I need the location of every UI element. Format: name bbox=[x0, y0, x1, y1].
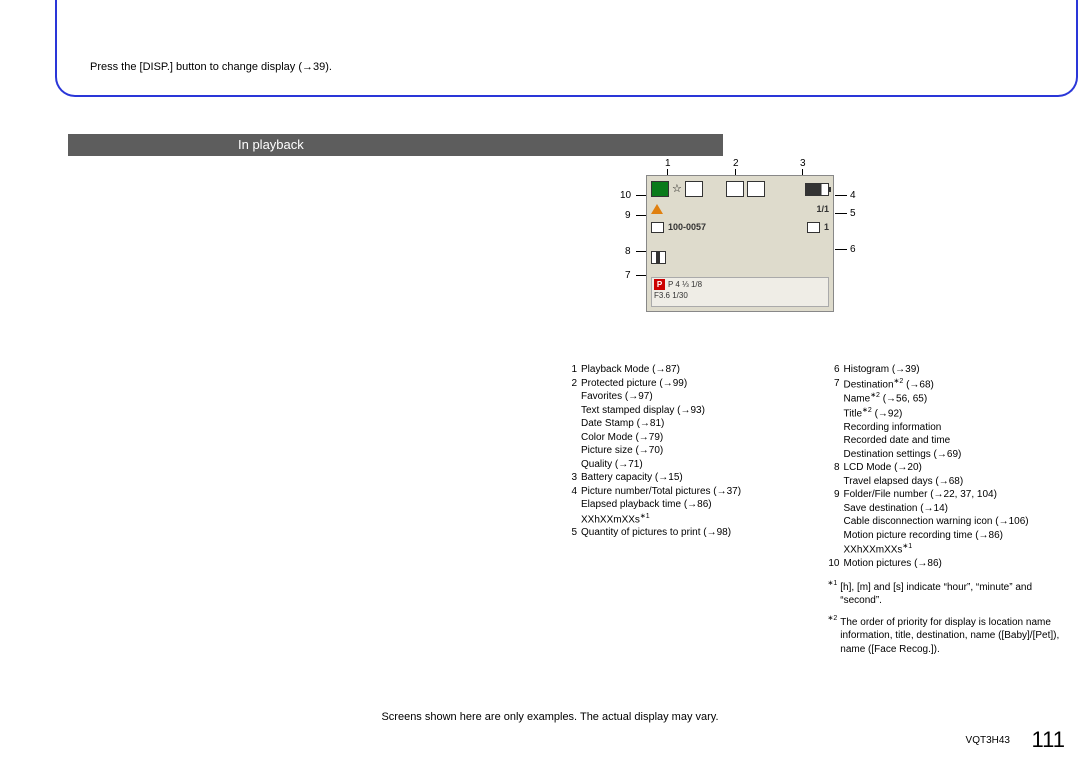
leader bbox=[636, 195, 646, 196]
legend-text: Histogram (→39) bbox=[844, 363, 920, 377]
callout-9: 9 bbox=[625, 209, 631, 223]
legend-item: 8LCD Mode (→20)Travel elapsed days (→68) bbox=[828, 461, 1071, 488]
legend-item: 5 Quantity of pictures to print (→98) bbox=[565, 526, 808, 540]
legend: 1Playback Mode (→87)2Protected picture (… bbox=[565, 363, 1070, 664]
legend-text: LCD Mode (→20)Travel elapsed days (→68) bbox=[844, 461, 964, 488]
legend-item: 1 Playback Mode (→87) bbox=[565, 363, 808, 377]
leader bbox=[835, 213, 847, 214]
legend-text: Motion pictures (→86) bbox=[844, 557, 942, 571]
legend-number: 10 bbox=[828, 557, 840, 571]
legend-col-left: 1Playback Mode (→87)2Protected picture (… bbox=[565, 363, 808, 664]
footnotes: ∗1[h], [m] and [s] indicate “hour”, “min… bbox=[828, 581, 1071, 657]
legend-text: Protected picture (→99)Favorites (→97)Te… bbox=[581, 377, 705, 472]
leader bbox=[835, 249, 847, 250]
playback-mode-icon bbox=[651, 181, 669, 197]
folder-icon bbox=[651, 222, 664, 233]
counter: 1/1 bbox=[816, 203, 829, 215]
legend-text: Folder/File number (→22, 37, 104)Save de… bbox=[844, 488, 1029, 557]
warning-icon bbox=[651, 204, 663, 214]
legend-number: 3 bbox=[565, 471, 577, 485]
histogram-icon bbox=[651, 251, 666, 264]
quality-icon bbox=[747, 181, 765, 197]
section-heading: In playback bbox=[68, 134, 723, 156]
exposure-info: P 4 ⅓ 1/8 bbox=[668, 280, 702, 289]
shutter-info: F3.6 1/30 bbox=[654, 291, 826, 302]
legend-item: 9Folder/File number (→22, 37, 104)Save d… bbox=[828, 488, 1071, 557]
bottom-note: Screens shown here are only examples. Th… bbox=[300, 710, 800, 725]
legend-number: 6 bbox=[828, 363, 840, 377]
legend-number: 1 bbox=[565, 363, 577, 377]
callout-10: 10 bbox=[620, 189, 631, 203]
footnote: ∗2The order of priority for display is l… bbox=[828, 616, 1071, 657]
leader bbox=[835, 195, 847, 196]
page-number: 111 bbox=[1032, 725, 1065, 755]
star-icon: ☆ bbox=[672, 182, 682, 197]
legend-number: 8 bbox=[828, 461, 840, 488]
battery-icon bbox=[805, 183, 829, 196]
legend-text: Picture number/Total pictures (→37)Elaps… bbox=[581, 485, 741, 527]
document-id: VQT3H43 bbox=[966, 734, 1010, 748]
legend-text: Destination∗2 (→68)Name∗2 (→56, 65)Title… bbox=[844, 377, 962, 462]
legend-number: 9 bbox=[828, 488, 840, 557]
legend-text: Battery capacity (→15) bbox=[581, 471, 683, 485]
footnote: ∗1[h], [m] and [s] indicate “hour”, “min… bbox=[828, 581, 1071, 608]
callout-frame bbox=[55, 0, 1078, 97]
lcd-row2: 1/1 bbox=[651, 200, 829, 218]
p-mode-badge: P bbox=[654, 279, 665, 290]
lcd-row3: 100-0057 1 bbox=[651, 220, 829, 234]
leader bbox=[636, 275, 646, 276]
legend-item: 10 Motion pictures (→86) bbox=[828, 557, 1071, 571]
legend-col-right: 6Histogram (→39)7Destination∗2 (→68)Name… bbox=[828, 363, 1071, 664]
page: Press the [DISP.] button to change displ… bbox=[0, 0, 1080, 765]
legend-number: 2 bbox=[565, 377, 577, 472]
playback-diagram: 1 2 3 10 9 8 7 4 5 6 ☆ bbox=[570, 155, 930, 320]
lcd-bottom-info: PP 4 ⅓ 1/8 F3.6 1/30 bbox=[651, 277, 829, 307]
print-count: 1 bbox=[824, 221, 829, 233]
legend-item: 6 Histogram (→39) bbox=[828, 363, 1071, 377]
callout-6: 6 bbox=[850, 243, 856, 257]
protected-icon bbox=[685, 181, 703, 197]
legend-item: 2Protected picture (→99)Favorites (→97)T… bbox=[565, 377, 808, 472]
callout-7: 7 bbox=[625, 269, 631, 283]
legend-text: Playback Mode (→87) bbox=[581, 363, 680, 377]
lcd-row1: ☆ bbox=[651, 180, 829, 198]
callout-4: 4 bbox=[850, 189, 856, 203]
legend-number: 7 bbox=[828, 377, 840, 462]
legend-item: 7Destination∗2 (→68)Name∗2 (→56, 65)Titl… bbox=[828, 377, 1071, 462]
legend-number: 4 bbox=[565, 485, 577, 527]
folder-number: 100-0057 bbox=[668, 221, 706, 233]
print-icon bbox=[807, 222, 820, 233]
leader bbox=[636, 251, 646, 252]
legend-item: 3 Battery capacity (→15) bbox=[565, 471, 808, 485]
lcd-screen: ☆ 1/1 100-0057 1 PP 4 ⅓ 1/8 bbox=[646, 175, 834, 312]
legend-item: 4Picture number/Total pictures (→37)Elap… bbox=[565, 485, 808, 527]
top-instruction: Press the [DISP.] button to change displ… bbox=[90, 60, 332, 75]
legend-number: 5 bbox=[565, 526, 577, 540]
legend-text: Quantity of pictures to print (→98) bbox=[581, 526, 731, 540]
callout-8: 8 bbox=[625, 245, 631, 259]
size-icon bbox=[726, 181, 744, 197]
leader bbox=[636, 215, 646, 216]
callout-5: 5 bbox=[850, 207, 856, 221]
